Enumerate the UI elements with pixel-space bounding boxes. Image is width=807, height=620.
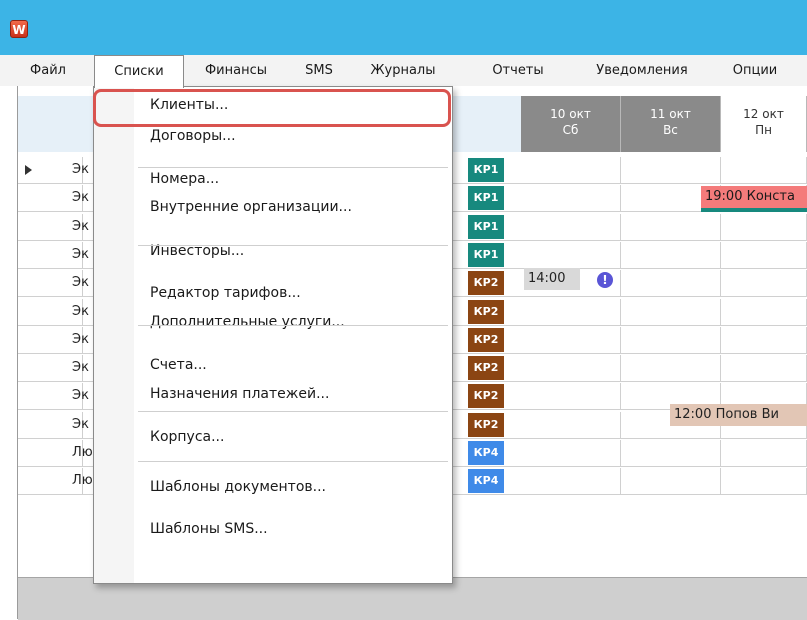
date-column-header[interactable]: 12 окт Пн xyxy=(721,96,807,152)
building-tag: КР4 xyxy=(468,469,504,494)
menu-separator xyxy=(138,325,448,326)
building-tag: КР2 xyxy=(468,356,504,381)
menu-item-8[interactable]: Назначения платежей... xyxy=(150,382,329,406)
building-tag: КР1 xyxy=(468,186,504,211)
menu-lists[interactable]: Списки xyxy=(94,55,184,88)
menu-icon-gutter xyxy=(94,87,134,583)
date-day: 12 окт xyxy=(743,107,784,121)
schedule-cell[interactable] xyxy=(621,213,721,240)
schedule-cell[interactable] xyxy=(721,213,807,240)
schedule-cell[interactable] xyxy=(521,326,621,353)
menu-item-10[interactable]: Шаблоны документов... xyxy=(150,475,326,499)
schedule-cell[interactable] xyxy=(721,157,807,183)
menu-item-5[interactable]: Редактор тарифов... xyxy=(150,281,301,305)
schedule-cell[interactable] xyxy=(521,440,621,466)
schedule-cell[interactable] xyxy=(721,270,807,297)
menu-item-2[interactable]: Номера... xyxy=(150,167,219,191)
building-tag: КР2 xyxy=(468,271,504,296)
schedule-cell[interactable] xyxy=(521,185,621,212)
menu-item-7[interactable]: Счета... xyxy=(150,353,207,377)
menu-separator xyxy=(138,167,448,168)
menu-journals[interactable]: Журналы xyxy=(353,55,453,86)
title-bar: W xyxy=(0,0,807,55)
menu-separator xyxy=(138,245,448,246)
date-weekday: Пн xyxy=(755,123,772,137)
menu-options[interactable]: Опции xyxy=(720,55,790,86)
menu-item-9[interactable]: Корпуса... xyxy=(150,425,224,449)
menu-notifications[interactable]: Уведомления xyxy=(578,55,706,86)
booking-event[interactable]: 14:00 xyxy=(524,268,580,290)
menu-item-6[interactable]: Дополнительные услуги... xyxy=(150,310,345,334)
date-column-header[interactable]: 10 окт Сб xyxy=(521,96,621,152)
schedule-cell[interactable] xyxy=(521,468,621,495)
schedule-cell[interactable] xyxy=(721,355,807,382)
building-tag: КР1 xyxy=(468,214,504,239)
schedule-cell[interactable] xyxy=(521,298,621,325)
menu-item-4[interactable]: Инвесторы... xyxy=(150,239,244,263)
schedule-cell[interactable] xyxy=(521,241,621,268)
schedule-cell[interactable] xyxy=(621,157,721,183)
menu-sms[interactable]: SMS xyxy=(293,55,345,86)
clients-item-highlight xyxy=(93,89,451,127)
building-tag: КР1 xyxy=(468,158,504,182)
schedule-cell[interactable] xyxy=(521,383,621,410)
schedule-cell[interactable] xyxy=(621,440,721,466)
schedule-cell[interactable] xyxy=(621,241,721,268)
alert-icon[interactable]: ! xyxy=(597,272,613,288)
building-tag: КР2 xyxy=(468,299,504,324)
schedule-cell[interactable] xyxy=(621,298,721,325)
building-tag: КР2 xyxy=(468,384,504,409)
booking-event[interactable]: 19:00 Конста xyxy=(701,186,807,212)
schedule-cell[interactable] xyxy=(721,326,807,353)
date-weekday: Сб xyxy=(562,123,579,137)
date-weekday: Вс xyxy=(663,123,678,137)
schedule-cell[interactable] xyxy=(521,157,621,183)
menu-separator xyxy=(138,461,448,462)
schedule-cell[interactable] xyxy=(621,468,721,495)
menu-item-11[interactable]: Шаблоны SMS... xyxy=(150,517,268,541)
schedule-cell[interactable] xyxy=(621,270,721,297)
current-row-arrow-icon xyxy=(25,165,32,175)
date-day: 10 окт xyxy=(550,107,591,121)
app-logo-icon[interactable]: W xyxy=(10,20,28,38)
menu-file[interactable]: Файл xyxy=(22,55,74,86)
schedule-cell[interactable] xyxy=(721,298,807,325)
booking-event[interactable]: 12:00 Попов Ви xyxy=(670,404,807,426)
schedule-cell[interactable] xyxy=(621,355,721,382)
schedule-cell[interactable] xyxy=(721,468,807,495)
date-column-header[interactable]: 11 окт Вс xyxy=(621,96,721,152)
lists-dropdown-menu: Клиенты... Договоры... Номера... Внутренние… xyxy=(93,86,453,584)
menu-finance[interactable]: Финансы xyxy=(190,55,282,86)
schedule-cell[interactable] xyxy=(521,411,621,438)
menu-item-3[interactable]: Внутренние организации... xyxy=(150,195,352,219)
building-tag: КР2 xyxy=(468,327,504,352)
schedule-cell[interactable] xyxy=(721,241,807,268)
menu-bar: Файл Списки Финансы SMS Журналы Отчеты Уведомл… xyxy=(0,55,807,88)
building-tag: КР1 xyxy=(468,242,504,267)
building-tag: КР4 xyxy=(468,441,504,465)
menu-item-1[interactable]: Договоры... xyxy=(150,124,236,148)
schedule-cell[interactable] xyxy=(521,355,621,382)
schedule-cell[interactable] xyxy=(621,326,721,353)
menu-reports[interactable]: Отчеты xyxy=(468,55,568,86)
date-day: 11 окт xyxy=(650,107,691,121)
schedule-cell[interactable] xyxy=(721,440,807,466)
building-tag: КР2 xyxy=(468,412,504,437)
schedule-cell[interactable] xyxy=(521,213,621,240)
menu-separator xyxy=(138,411,448,412)
